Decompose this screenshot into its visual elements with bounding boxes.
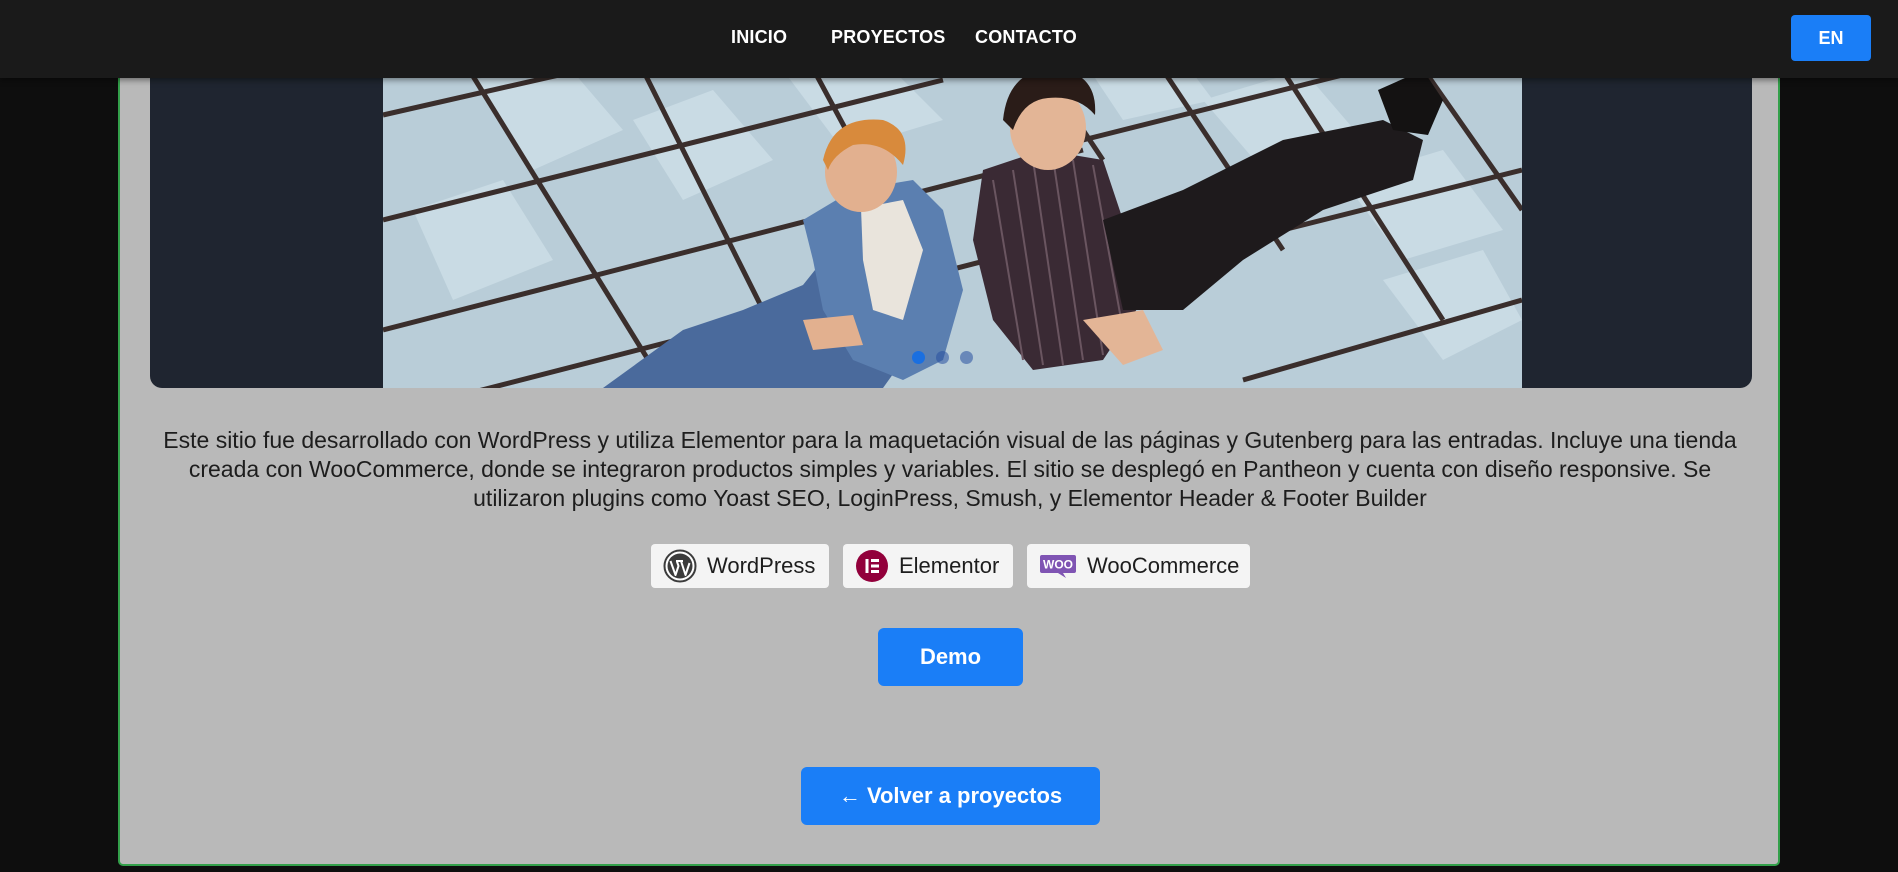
carousel-dot-3[interactable] [960,351,973,364]
nav-link-proyectos[interactable]: PROYECTOS [831,27,946,48]
carousel-slide-image [383,60,1522,388]
back-to-projects-button[interactable]: ← Volver a proyectos [801,767,1100,825]
nav-link-contacto[interactable]: CONTACTO [975,27,1077,48]
main-nav: INICIO PROYECTOS CONTACTO [0,0,1898,78]
tag-elementor: Elementor [843,544,1013,588]
project-description: Este sitio fue desarrollado con WordPres… [163,427,1737,511]
woocommerce-icon: WOO [1040,555,1076,578]
wordpress-icon [663,549,697,583]
carousel-dot-1[interactable] [912,351,925,364]
tag-wordpress: WordPress [651,544,829,588]
elementor-icon [856,550,888,582]
tag-label: WooCommerce [1087,553,1240,578]
image-carousel[interactable] [150,60,1752,388]
tag-woocommerce: WOO WooCommerce [1027,544,1250,588]
tag-label: Elementor [899,553,1000,578]
svg-text:WOO: WOO [1043,558,1073,572]
tag-label: WordPress [707,553,816,578]
language-toggle-button[interactable]: EN [1791,15,1871,61]
carousel-dot-2[interactable] [936,351,949,364]
top-navbar: INICIO PROYECTOS CONTACTO EN [0,0,1898,78]
technology-tags: WordPress Elementor WOO WooCommerce [0,544,1898,590]
nav-link-inicio[interactable]: INICIO [731,27,787,48]
demo-button[interactable]: Demo [878,628,1023,686]
